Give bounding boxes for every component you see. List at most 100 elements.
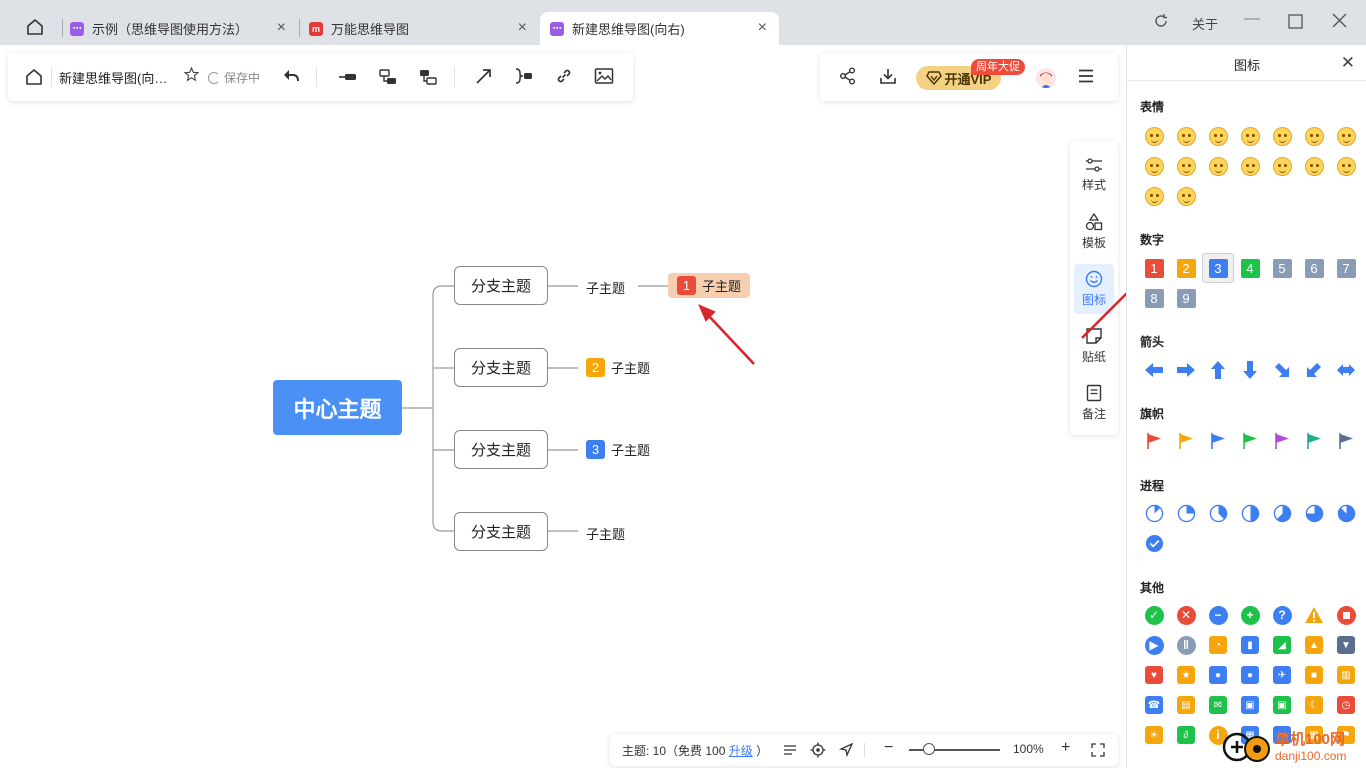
number-8-icon[interactable]: 8 xyxy=(1138,283,1170,313)
flag-green-icon[interactable] xyxy=(1234,426,1266,456)
emoji-cool-icon[interactable] xyxy=(1170,151,1202,181)
pie-chart-icon[interactable]: ◔ xyxy=(1202,630,1234,660)
unlock-icon[interactable]: ▣ xyxy=(1266,690,1298,720)
plus-icon[interactable]: + xyxy=(1234,600,1266,630)
flag-slate-icon[interactable] xyxy=(1330,426,1362,456)
emoji-sad-icon[interactable] xyxy=(1298,121,1330,151)
flag-orange-icon[interactable] xyxy=(1170,426,1202,456)
check-icon[interactable]: ✓ xyxy=(1138,600,1170,630)
emoji-shocked-icon[interactable] xyxy=(1138,151,1170,181)
dock-item-style[interactable]: 样式 xyxy=(1074,150,1114,200)
emoji-unhappy-icon[interactable] xyxy=(1234,151,1266,181)
number-6-icon[interactable]: 6 xyxy=(1298,253,1330,283)
dock-item-template[interactable]: 模板 xyxy=(1074,207,1114,257)
arrow-down-left-icon[interactable] xyxy=(1298,355,1330,385)
flag-blue-icon[interactable] xyxy=(1202,426,1234,456)
heart-icon[interactable]: ♥ xyxy=(1138,660,1170,690)
progress-4-8-icon[interactable] xyxy=(1234,498,1266,528)
area-chart-icon[interactable]: ◢ xyxy=(1266,630,1298,660)
navigate-icon[interactable] xyxy=(838,742,854,760)
maximize-icon[interactable] xyxy=(1288,14,1303,32)
minus-icon[interactable]: − xyxy=(1202,600,1234,630)
bar-chart-icon[interactable]: ▮ xyxy=(1234,630,1266,660)
emoji-sleepy-icon[interactable] xyxy=(1170,181,1202,211)
mail-icon[interactable]: ✉ xyxy=(1202,690,1234,720)
emoji-dizzy-icon[interactable] xyxy=(1266,151,1298,181)
cart-icon[interactable]: ▤ xyxy=(1170,690,1202,720)
progress-2-8-icon[interactable] xyxy=(1170,498,1202,528)
moon-icon[interactable]: ☾ xyxy=(1298,690,1330,720)
refresh-icon[interactable] xyxy=(1153,13,1169,32)
locate-center-icon[interactable] xyxy=(810,742,826,761)
emoji-blush-icon[interactable] xyxy=(1330,151,1362,181)
arrow-right-icon[interactable] xyxy=(1170,355,1202,385)
arrow-up-icon[interactable] xyxy=(1202,355,1234,385)
emoji-happy-icon[interactable] xyxy=(1138,121,1170,151)
airplane-icon[interactable]: ✈ xyxy=(1266,660,1298,690)
subtopic[interactable]: 子主题 xyxy=(586,278,625,297)
emoji-wink-icon[interactable] xyxy=(1202,121,1234,151)
arrow-down-icon[interactable] xyxy=(1234,355,1266,385)
upgrade-link[interactable]: 升级 xyxy=(729,744,753,758)
number-2-icon[interactable]: 2 xyxy=(1170,253,1202,283)
arrow-left-icon[interactable] xyxy=(1138,355,1170,385)
flag-purple-icon[interactable] xyxy=(1266,426,1298,456)
subtopic[interactable]: 3 子主题 xyxy=(586,440,650,459)
close-icon[interactable]: ✕ xyxy=(1341,53,1355,73)
subtopic-selected[interactable]: 1 子主题 xyxy=(668,273,751,298)
cross-icon[interactable]: ✕ xyxy=(1170,600,1202,630)
thumbs-down-icon[interactable]: ▼ xyxy=(1330,630,1362,660)
progress-5-8-icon[interactable] xyxy=(1266,498,1298,528)
trash-icon[interactable]: ▥ xyxy=(1330,660,1362,690)
number-4-icon[interactable]: 4 xyxy=(1234,253,1266,283)
flag-red-icon[interactable] xyxy=(1138,426,1170,456)
progress-3-8-icon[interactable] xyxy=(1202,498,1234,528)
bulb-icon[interactable]: ☀ xyxy=(1138,720,1170,750)
user-group-icon[interactable]: ● xyxy=(1202,660,1234,690)
progress-6-8-icon[interactable] xyxy=(1298,498,1330,528)
zoom-out-icon[interactable]: − xyxy=(884,739,893,757)
emoji-laugh-icon[interactable] xyxy=(1234,121,1266,151)
branch-topic[interactable]: 分支主题 xyxy=(454,266,548,305)
emoji-confused-icon[interactable] xyxy=(1202,151,1234,181)
phone-icon[interactable]: ☎ xyxy=(1138,690,1170,720)
user-icon[interactable]: ● xyxy=(1234,660,1266,690)
flag-teal-icon[interactable] xyxy=(1298,426,1330,456)
timer-icon[interactable]: ◷ xyxy=(1330,690,1362,720)
attachment-icon[interactable]: ∂ xyxy=(1170,720,1202,750)
warning-icon[interactable] xyxy=(1298,600,1330,630)
minimize-icon[interactable]: — xyxy=(1244,10,1260,28)
zoom-slider-handle[interactable] xyxy=(923,743,935,755)
question-icon[interactable]: ? xyxy=(1266,600,1298,630)
emoji-cry-icon[interactable] xyxy=(1266,121,1298,151)
arrow-down-right-icon[interactable] xyxy=(1266,355,1298,385)
progress-1-8-icon[interactable] xyxy=(1138,498,1170,528)
number-5-icon[interactable]: 5 xyxy=(1266,253,1298,283)
emoji-love-icon[interactable] xyxy=(1330,121,1362,151)
branch-topic[interactable]: 分支主题 xyxy=(454,348,548,387)
play-icon[interactable]: ▶ xyxy=(1138,630,1170,660)
number-1-icon[interactable]: 1 xyxy=(1138,253,1170,283)
outline-icon[interactable] xyxy=(783,743,797,760)
fullscreen-icon[interactable] xyxy=(1091,743,1105,760)
car-icon[interactable]: ■ xyxy=(1298,660,1330,690)
progress-done-icon[interactable] xyxy=(1138,528,1170,558)
number-9-icon[interactable]: 9 xyxy=(1170,283,1202,313)
dock-item-note[interactable]: 备注 xyxy=(1074,378,1114,428)
about-button[interactable]: 关于 xyxy=(1192,14,1218,33)
emoji-surprised-icon[interactable] xyxy=(1298,151,1330,181)
zoom-in-icon[interactable]: + xyxy=(1061,739,1070,757)
lock-icon[interactable]: ▣ xyxy=(1234,690,1266,720)
subtopic[interactable]: 子主题 xyxy=(586,524,625,543)
thumbs-up-icon[interactable]: ▲ xyxy=(1298,630,1330,660)
central-topic[interactable]: 中心主题 xyxy=(273,380,402,435)
close-window-icon[interactable] xyxy=(1332,13,1347,31)
number-7-icon[interactable]: 7 xyxy=(1330,253,1362,283)
arrow-left-right-icon[interactable] xyxy=(1330,355,1362,385)
branch-topic[interactable]: 分支主题 xyxy=(454,512,548,551)
subtopic[interactable]: 2 子主题 xyxy=(586,358,650,377)
emoji-thinking-icon[interactable] xyxy=(1138,181,1170,211)
progress-7-8-icon[interactable] xyxy=(1330,498,1362,528)
number-3-icon[interactable]: 3 xyxy=(1202,253,1234,283)
stop-icon[interactable] xyxy=(1330,600,1362,630)
